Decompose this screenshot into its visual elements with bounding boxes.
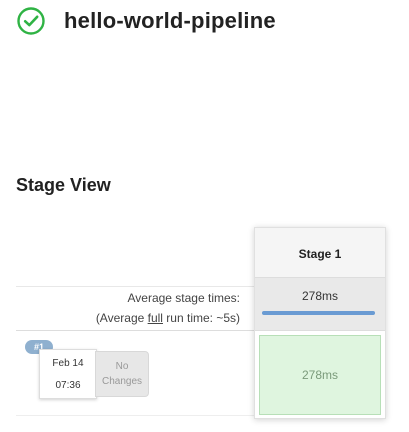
stage-average-progress-fill	[262, 311, 375, 315]
pipeline-header: hello-world-pipeline	[16, 5, 276, 37]
average-stage-times-row: Average stage times: (Average full run t…	[16, 286, 254, 331]
average-run-time-suffix: run time: ~5s)	[162, 311, 240, 325]
full-run-time-link[interactable]: full	[148, 311, 163, 325]
success-check-circle-icon	[16, 6, 46, 36]
average-stage-times-label: Average stage times:	[127, 291, 240, 305]
average-run-time-prefix: (Average	[95, 311, 148, 325]
build-date-card[interactable]: Feb 14 07:36	[39, 349, 97, 399]
build-date: Feb 14	[52, 358, 84, 369]
stage-name: Stage 1	[298, 247, 342, 261]
stage-average-time-cell: 278ms	[255, 278, 385, 331]
jenkins-pipeline-page: hello-world-pipeline Stage View Average …	[0, 0, 409, 432]
build-time: 07:36	[55, 380, 81, 391]
average-full-run-time-label: (Average full run time: ~5s)	[96, 311, 240, 325]
stage-result-time: 278ms	[301, 368, 339, 382]
stage-column-stage-1: Stage 1 278ms 278ms	[254, 227, 386, 419]
stage-average-progress-bar	[262, 311, 375, 315]
stage-view-title: Stage View	[16, 175, 111, 195]
pipeline-title: hello-world-pipeline	[64, 8, 276, 33]
stage-result-cell[interactable]: 278ms	[259, 335, 381, 415]
changes-card[interactable]: No Changes	[95, 351, 149, 397]
stage-header[interactable]: Stage 1	[255, 228, 385, 278]
stage-average-time: 278ms	[301, 289, 339, 303]
build-run-row: #1 Feb 14 07:36 No Changes	[16, 330, 254, 416]
